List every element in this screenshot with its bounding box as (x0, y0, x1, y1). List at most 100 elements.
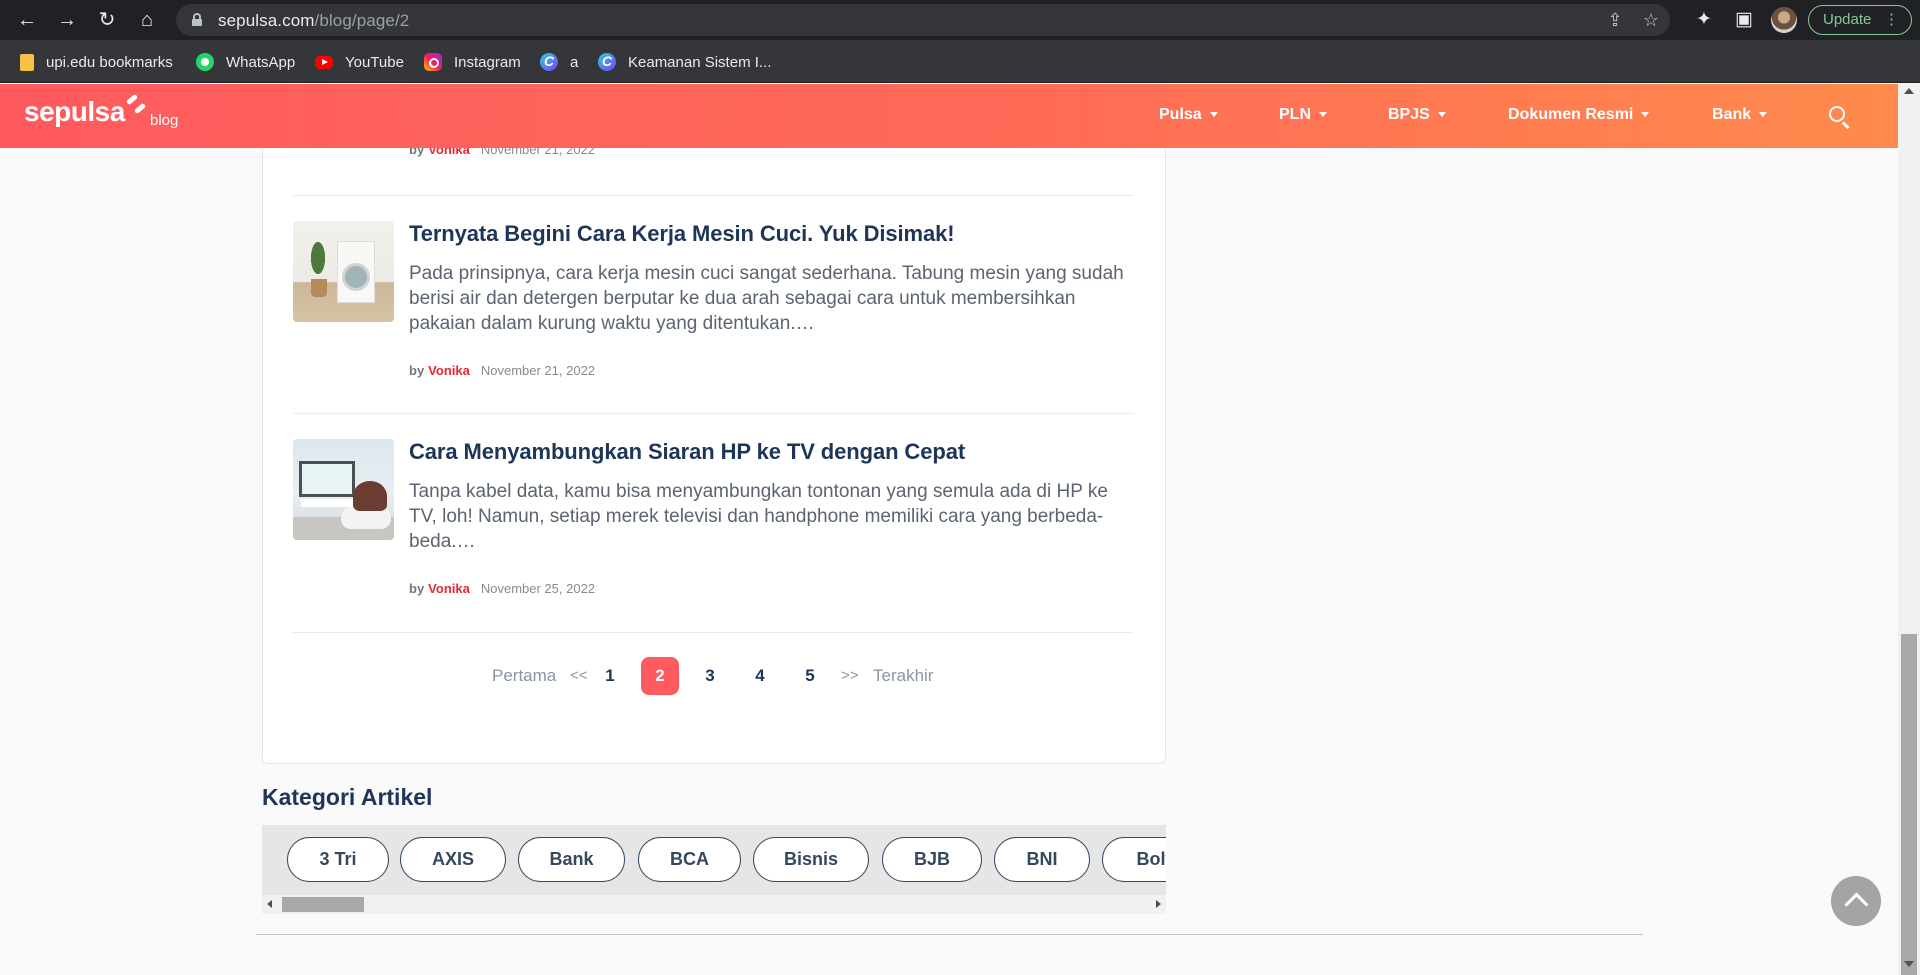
pagination: Pertama << 1 2 3 4 5 >> Terakhir (262, 657, 1166, 695)
category-section-title: Kategori Artikel (262, 784, 433, 810)
bookmark-upi[interactable]: upi.edu bookmarks (20, 51, 173, 73)
menu-label: Pulsa (1159, 106, 1202, 123)
pagination-first[interactable]: Pertama (492, 658, 556, 694)
browser-toolbar: ← → ↻ ⌂ sepulsa.com/blog/page/2 ⇪ ☆ ✦ ▣ … (0, 0, 1920, 40)
logo-mark-icon (124, 92, 150, 116)
pagination-page-3[interactable]: 3 (700, 658, 720, 694)
category-chip[interactable]: 3 Tri (287, 837, 389, 882)
pagination-page-1[interactable]: 1 (600, 658, 620, 694)
meta-by: by (409, 581, 425, 596)
category-chip-strip[interactable]: 3 Tri AXIS Bank BCA Bisnis BJB BNI Bolt (262, 825, 1166, 895)
bookmark-a[interactable]: a (540, 51, 578, 73)
meta-date: November 25, 2022 (480, 581, 596, 596)
bookmark-label: a (570, 53, 579, 71)
caret-down-icon (1209, 112, 1218, 118)
bookmark-label: Keamanan Sistem I... (628, 53, 772, 71)
bookmark-instagram[interactable]: Instagram (424, 51, 521, 73)
caret-down-icon (1319, 112, 1327, 118)
update-label: Update (1823, 11, 1872, 28)
tv-stand-graphic (301, 499, 353, 507)
menu-item-dokumen-resmi[interactable]: Dokumen Resmi (1508, 106, 1650, 124)
pagination-page-4[interactable]: 4 (750, 658, 770, 694)
lock-icon[interactable] (192, 13, 202, 26)
canva-icon (540, 53, 558, 71)
reload-icon[interactable]: ↻ (94, 7, 120, 33)
bookmark-youtube[interactable]: YouTube (315, 51, 404, 73)
share-icon[interactable]: ⇪ (1604, 9, 1626, 31)
category-chip[interactable]: Bank (518, 837, 625, 882)
menu-dots-icon[interactable]: ⋮ (1884, 6, 1899, 34)
post-item: Cara Menyambungkan Siaran HP ke TV denga… (293, 439, 1134, 599)
site-logo-sub: blog (150, 112, 179, 129)
bookmark-keamanan[interactable]: Keamanan Sistem I... (598, 51, 771, 73)
url-host: sepulsa.com (218, 11, 315, 30)
whatsapp-icon (196, 53, 214, 71)
url-text[interactable]: sepulsa.com/blog/page/2 (218, 11, 409, 31)
scroll-left-arrow-icon[interactable] (267, 900, 272, 908)
person-head-graphic (353, 481, 387, 511)
post-thumbnail-washing-machine[interactable] (293, 221, 394, 322)
footer-divider (256, 934, 1643, 935)
category-chip[interactable]: BJB (882, 837, 982, 882)
canva-icon (598, 53, 616, 71)
post-title[interactable]: Ternyata Begini Cara Kerja Mesin Cuci. Y… (409, 221, 955, 247)
scroll-right-arrow-icon[interactable] (1156, 900, 1161, 908)
menu-label: BPJS (1388, 106, 1430, 123)
plant-graphic (307, 233, 329, 283)
bookmark-label: Instagram (454, 53, 521, 71)
horizontal-scroll-thumb[interactable] (282, 897, 364, 912)
menu-label: Dokumen Resmi (1508, 106, 1634, 123)
forward-icon[interactable]: → (54, 7, 80, 33)
post-divider (293, 195, 1134, 196)
post-excerpt: Pada prinsipnya, cara kerja mesin cuci s… (409, 263, 1124, 334)
post-thumbnail-tv[interactable] (293, 439, 394, 540)
bookmark-label: WhatsApp (226, 53, 296, 71)
scroll-up-arrow-icon[interactable] (1904, 88, 1914, 94)
site-logo[interactable]: sepulsa (24, 96, 125, 128)
pagination-page-5[interactable]: 5 (800, 658, 820, 694)
category-horizontal-scrollbar[interactable] (262, 895, 1166, 914)
menu-item-pln[interactable]: PLN (1279, 106, 1327, 124)
menu-item-bank[interactable]: Bank (1712, 106, 1768, 124)
extensions-icon[interactable]: ✦ (1691, 7, 1717, 33)
menu-item-bpjs[interactable]: BPJS (1388, 106, 1446, 124)
category-chip[interactable]: BCA (638, 837, 741, 882)
star-icon[interactable]: ☆ (1640, 9, 1662, 31)
post-title[interactable]: Cara Menyambungkan Siaran HP ke TV denga… (409, 439, 965, 465)
profile-avatar[interactable] (1771, 7, 1797, 33)
bookmark-whatsapp[interactable]: WhatsApp (196, 51, 295, 73)
post-meta: by Vonika November 25, 2022 (409, 580, 595, 598)
menu-item-pulsa[interactable]: Pulsa (1159, 106, 1218, 124)
category-chip[interactable]: Bolt (1102, 837, 1166, 882)
caret-down-icon (1641, 112, 1650, 118)
category-chip[interactable]: BNI (994, 837, 1090, 882)
post-meta: by Vonika November 21, 2022 (409, 362, 595, 380)
post-excerpt: Tanpa kabel data, kamu bisa menyambungka… (409, 481, 1108, 552)
pagination-prev[interactable]: << (570, 658, 588, 694)
folder-icon (20, 53, 34, 71)
back-to-top-button[interactable] (1831, 876, 1881, 926)
post-divider (293, 632, 1134, 633)
site-header: sepulsa blog Pulsa PLN BPJS Dokumen Resm… (0, 84, 1898, 148)
back-icon[interactable]: ← (14, 7, 40, 33)
instagram-icon (424, 53, 442, 71)
vertical-scroll-thumb[interactable] (1901, 634, 1917, 975)
washing-machine-door-graphic (342, 263, 370, 291)
side-panel-icon[interactable]: ▣ (1731, 7, 1757, 33)
pagination-last[interactable]: Terakhir (873, 658, 933, 694)
category-chip[interactable]: Bisnis (753, 837, 869, 882)
scroll-down-arrow-icon[interactable] (1904, 961, 1914, 967)
page-vertical-scrollbar[interactable] (1898, 84, 1920, 975)
search-icon[interactable] (1829, 106, 1851, 129)
meta-author[interactable]: Vonika (428, 363, 470, 378)
category-chip[interactable]: AXIS (400, 837, 506, 882)
home-icon[interactable]: ⌂ (134, 7, 160, 33)
pagination-page-2-current[interactable]: 2 (641, 657, 679, 695)
update-button[interactable]: Update ⋮ (1808, 5, 1912, 35)
menu-label: PLN (1279, 106, 1311, 123)
address-bar[interactable]: sepulsa.com/blog/page/2 ⇪ ☆ (176, 4, 1670, 36)
pagination-next[interactable]: >> (841, 658, 859, 694)
meta-date: November 21, 2022 (480, 363, 596, 378)
meta-author[interactable]: Vonika (428, 581, 470, 596)
url-path: /blog/page/2 (314, 11, 410, 30)
